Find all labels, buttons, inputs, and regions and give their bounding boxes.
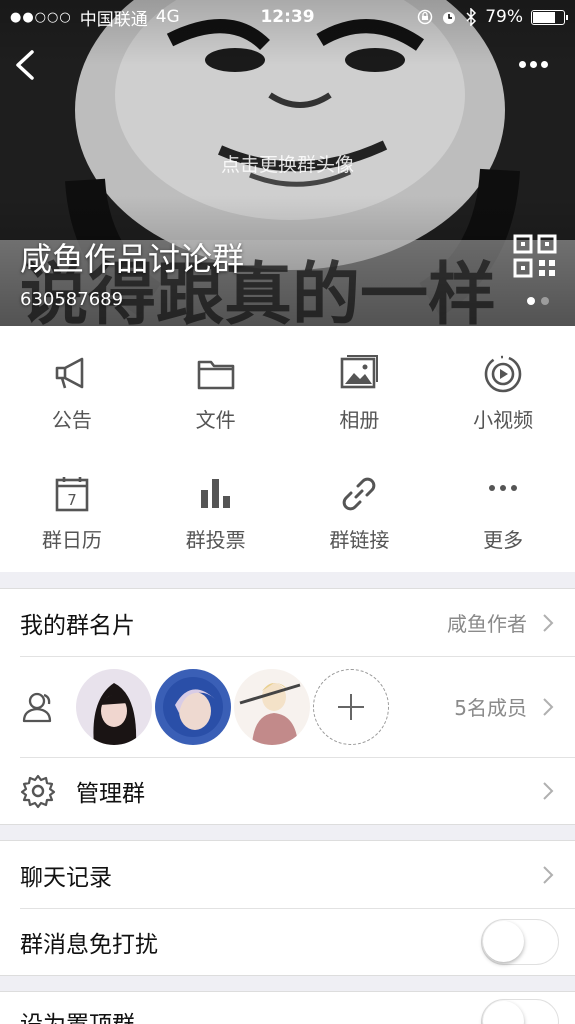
mute-notifications-label: 群消息免打扰 xyxy=(20,931,158,958)
group-header-banner[interactable]: 说得跟真的一样 ●●○○○ 中国联通 4G 12:39 79% 点击更换群头像 … xyxy=(0,0,575,326)
chat-history-label: 聊天记录 xyxy=(20,864,112,891)
short-video-button[interactable]: 小视频 xyxy=(431,326,575,444)
chevron-right-icon xyxy=(543,613,554,632)
change-avatar-hint[interactable]: 点击更换群头像 xyxy=(0,150,575,177)
banner-page-indicator xyxy=(527,297,549,305)
group-vote-label: 群投票 xyxy=(185,528,246,552)
group-vote-button[interactable]: 群投票 xyxy=(144,444,288,564)
group-id: 630587689 xyxy=(20,289,124,310)
pin-group-toggle[interactable] xyxy=(481,999,559,1024)
group-info-section: 我的群名片 咸鱼作者 5名成员 管理群 xyxy=(0,588,575,825)
group-calendar-button[interactable]: 7 群日历 xyxy=(0,444,144,564)
members-row[interactable]: 5名成员 xyxy=(0,656,575,757)
member-avatars xyxy=(76,668,389,745)
battery-icon xyxy=(531,9,568,25)
status-bar: ●●○○○ 中国联通 4G 12:39 79% xyxy=(0,0,575,34)
my-group-card-label: 我的群名片 xyxy=(20,612,135,639)
group-calendar-label: 群日历 xyxy=(41,528,102,552)
chevron-right-icon xyxy=(543,865,554,884)
member-avatar[interactable] xyxy=(155,668,231,745)
status-time: 12:39 xyxy=(260,7,315,27)
pin-group-row: 设为置顶群 xyxy=(0,992,575,1024)
album-label: 相册 xyxy=(339,408,380,432)
folder-icon xyxy=(197,360,234,390)
plus-icon xyxy=(338,693,364,720)
chat-history-row[interactable]: 聊天记录 xyxy=(0,841,575,908)
add-member-button[interactable] xyxy=(313,668,389,745)
function-grid: 公告 文件 相册 小视频 7 群日历 群投票 群链接 更多 xyxy=(0,326,575,572)
my-group-card-value: 咸鱼作者 xyxy=(447,612,527,636)
mute-notifications-row: 群消息免打扰 xyxy=(0,908,575,975)
member-avatar[interactable] xyxy=(234,668,310,745)
more-options-button[interactable] xyxy=(519,56,553,72)
pin-section: 设为置顶群 xyxy=(0,991,575,1024)
more-dots-icon xyxy=(489,485,518,491)
pin-group-label: 设为置顶群 xyxy=(20,1005,135,1024)
group-name: 咸鱼作品讨论群 xyxy=(20,240,245,278)
members-count: 5名成员 xyxy=(454,696,527,720)
my-group-card-row[interactable]: 我的群名片 咸鱼作者 xyxy=(0,589,575,656)
qr-code-icon[interactable] xyxy=(513,234,557,278)
files-label: 文件 xyxy=(195,408,236,432)
mute-notifications-toggle[interactable] xyxy=(481,918,559,965)
short-video-label: 小视频 xyxy=(473,408,534,432)
megaphone-icon xyxy=(55,357,84,389)
bar-chart-icon xyxy=(200,479,230,508)
album-button[interactable]: 相册 xyxy=(288,326,432,444)
calendar-day: 7 xyxy=(67,491,77,509)
files-button[interactable]: 文件 xyxy=(144,326,288,444)
link-icon xyxy=(343,477,376,511)
photo-album-icon xyxy=(341,355,379,389)
group-link-button[interactable]: 群链接 xyxy=(288,444,432,564)
gear-icon xyxy=(20,774,56,808)
manage-group-label: 管理群 xyxy=(76,780,145,807)
video-play-icon xyxy=(484,355,522,393)
chat-settings-section: 聊天记录 群消息免打扰 xyxy=(0,840,575,976)
announcement-button[interactable]: 公告 xyxy=(0,326,144,444)
back-chevron-icon[interactable] xyxy=(10,44,40,84)
member-avatar[interactable] xyxy=(76,668,152,745)
more-functions-label: 更多 xyxy=(483,528,524,552)
more-functions-button[interactable]: 更多 xyxy=(431,444,575,564)
members-icon xyxy=(22,692,52,722)
chevron-right-icon xyxy=(543,781,554,800)
manage-group-row[interactable]: 管理群 xyxy=(0,757,575,824)
calendar-icon: 7 xyxy=(55,477,89,512)
chevron-right-icon xyxy=(543,697,554,716)
announcement-label: 公告 xyxy=(51,408,92,432)
group-link-label: 群链接 xyxy=(329,528,390,552)
